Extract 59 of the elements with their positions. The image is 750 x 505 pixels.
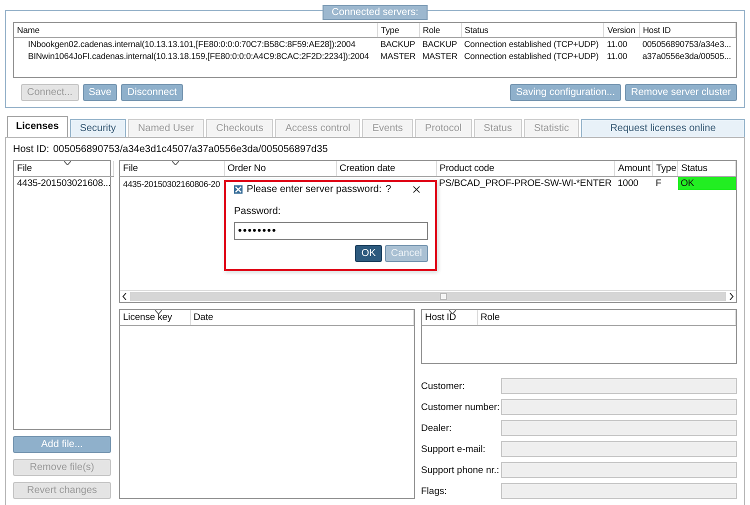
field-label: Customer:	[421, 380, 466, 392]
close-icon[interactable]	[413, 185, 420, 194]
column-header[interactable]: Role	[477, 310, 736, 326]
table-cell-text: MASTER	[379, 50, 417, 62]
tab[interactable]: Security	[70, 119, 126, 138]
table-cell: INbookgen02.cadenas.internal(10.13.13.101,[FE80:0:0:0:70C7:B58C:8F59:AE28]):2004	[14, 38, 378, 50]
column-header[interactable]: Role	[419, 23, 462, 38]
table-cell: BACKUP	[377, 38, 420, 50]
table-cell: 005056890753/a34e3...	[639, 38, 736, 50]
scroll-thumb[interactable]	[440, 293, 447, 300]
column-header[interactable]: Creation date	[336, 161, 436, 176]
column-header[interactable]: Order No	[224, 161, 336, 176]
horizontal-scrollbar[interactable]	[120, 290, 736, 302]
table-cell: 4435-20150302160806-20	[120, 176, 224, 190]
field-label: Support phone nr.:	[421, 464, 500, 476]
column-header[interactable]: Type	[377, 23, 420, 38]
column-header[interactable]: File	[120, 161, 224, 176]
table-cell: 1000	[614, 176, 653, 190]
status-cell: OK	[678, 176, 736, 190]
button[interactable]: OK	[355, 245, 382, 262]
password-field[interactable]: ••••••••	[234, 222, 428, 240]
table-cell-text: 11.00	[606, 50, 628, 62]
table-cell-text: MASTER	[421, 50, 458, 62]
column-header[interactable]: File	[14, 161, 114, 176]
table-cell: F	[652, 176, 678, 190]
table-cell: 11.00	[604, 38, 640, 50]
panel-title: Connected servers:	[322, 5, 428, 20]
column-header[interactable]: Version	[604, 23, 640, 38]
table-cell: PS/BCAD_PROF-PROE-SW-WI-*ENTER	[436, 176, 615, 190]
scroll-right-icon[interactable]	[729, 293, 734, 300]
file-item[interactable]: 4435-201503021608...	[14, 176, 114, 190]
column-header[interactable]: License key	[120, 310, 190, 326]
table-cell: Connection established (TCP+UDP)	[461, 38, 604, 50]
host-id-label: Host ID:	[13, 144, 50, 155]
tab[interactable]: Licenses	[7, 116, 68, 138]
column-header[interactable]: Date	[190, 310, 414, 326]
column-header[interactable]: Status	[461, 23, 604, 38]
table-cell-text: BINwin1064JoFI.cadenas.internal(10.13.18.159,[FE80:0:0:0:A4C9:8CAC:2F2D:2234]):2004	[27, 50, 370, 62]
host-id-value: 005056890753/a34e3d1c4507/a37a0556e3da/005056897d35	[53, 144, 328, 155]
tab[interactable]: Request licenses online	[581, 119, 745, 138]
tools-icon	[234, 184, 243, 195]
column-header[interactable]: Host ID	[422, 310, 477, 326]
dialog-title: Please enter server password:	[246, 184, 382, 195]
password-label: Password:	[234, 206, 282, 217]
field-label: Support e-mail:	[421, 444, 486, 454]
column-header[interactable]: Type	[652, 161, 678, 176]
field-label: Customer number:	[421, 402, 501, 412]
column-header[interactable]: Name	[14, 23, 378, 38]
table-cell: BACKUP	[419, 38, 462, 50]
column-header[interactable]: Amount	[614, 161, 653, 176]
column-header[interactable]: Host ID	[639, 23, 736, 38]
field-label: Flags:	[421, 486, 448, 496]
scroll-track[interactable]	[130, 292, 726, 301]
scroll-left-icon[interactable]	[122, 293, 127, 300]
table-cell-text: a37a0556e3da/00505...	[641, 50, 732, 62]
table-cell-text: Connection established (TCP+UDP)	[463, 50, 600, 62]
column-header[interactable]: Product code	[436, 161, 615, 176]
field-label: Dealer:	[421, 422, 453, 434]
help-button[interactable]: ?	[386, 184, 409, 195]
